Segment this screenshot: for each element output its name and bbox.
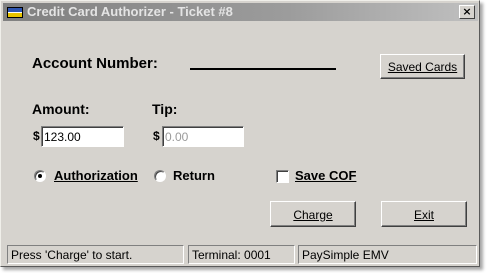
- radio-selected-icon[interactable]: [34, 170, 46, 182]
- amount-label: Amount:: [32, 101, 90, 117]
- status-message: Press 'Charge' to start.: [7, 245, 184, 264]
- status-provider: PaySimple EMV: [298, 245, 477, 264]
- exit-button-label: Exit: [413, 208, 434, 222]
- status-terminal: Terminal: 0001: [188, 245, 295, 264]
- save-cof-label[interactable]: Save COF: [295, 168, 356, 183]
- authorization-option-label[interactable]: Authorization: [54, 168, 138, 183]
- window-title: Credit Card Authorizer - Ticket #8: [27, 4, 233, 19]
- close-icon[interactable]: ×: [459, 5, 475, 19]
- checkbox-icon[interactable]: [276, 170, 289, 183]
- credit-card-authorizer-window: Credit Card Authorizer - Ticket #8 × Acc…: [0, 0, 480, 267]
- title-bar[interactable]: Credit Card Authorizer - Ticket #8 ×: [3, 3, 478, 21]
- tip-currency-symbol: $: [153, 129, 160, 143]
- account-number-label: Account Number:: [32, 55, 158, 72]
- charge-button[interactable]: Charge: [270, 201, 356, 227]
- charge-button-label: Charge: [293, 208, 333, 222]
- exit-button[interactable]: Exit: [381, 201, 467, 227]
- return-option-label[interactable]: Return: [173, 168, 215, 183]
- account-number-value-line: [190, 68, 336, 70]
- status-bar: Press 'Charge' to start. Terminal: 0001 …: [7, 245, 477, 264]
- saved-cards-button[interactable]: Saved Cards: [380, 54, 465, 79]
- app-icon: [7, 7, 23, 18]
- radio-unselected-icon[interactable]: [154, 170, 166, 182]
- tip-input[interactable]: 0.00: [162, 126, 244, 147]
- tip-label: Tip:: [152, 101, 178, 117]
- amount-currency-symbol: $: [33, 129, 40, 143]
- amount-input[interactable]: 123.00: [41, 126, 124, 147]
- saved-cards-button-label: Saved Cards: [387, 60, 458, 74]
